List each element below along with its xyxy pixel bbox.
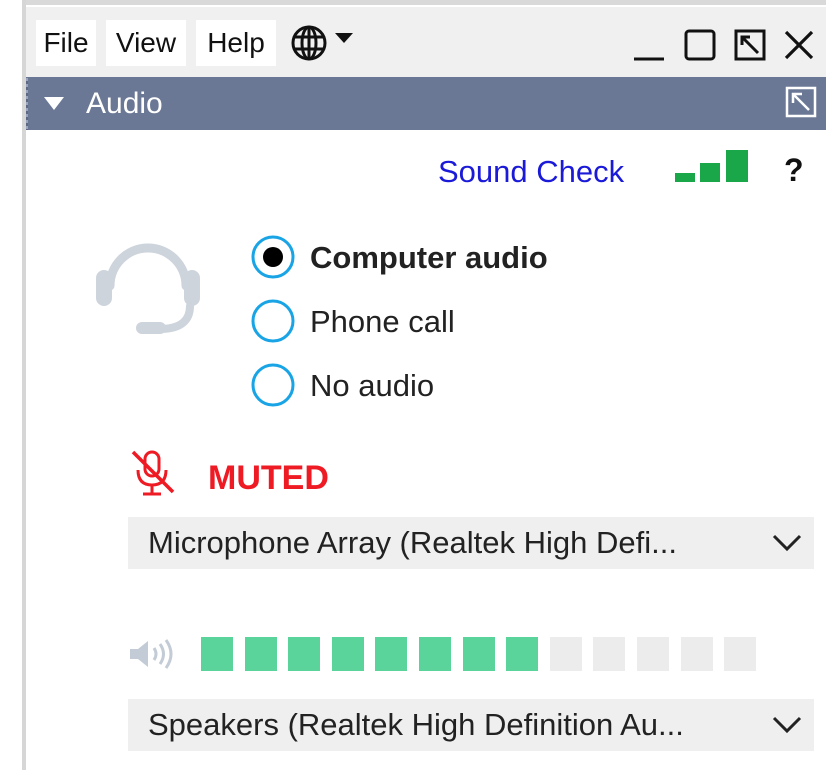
radio-no-audio[interactable] <box>250 362 296 408</box>
meter-segment-off <box>681 637 713 671</box>
option-phone-call-label[interactable]: Phone call <box>310 302 455 342</box>
speaker-icon <box>130 639 173 669</box>
sound-check-link[interactable]: Sound Check <box>438 152 624 192</box>
window-left-border <box>22 0 26 770</box>
meter-segment-on <box>201 637 233 671</box>
signal-strength-icon <box>675 150 748 182</box>
panel-title: Audio <box>86 87 163 120</box>
meter-segment-on <box>332 637 364 671</box>
minimize-icon[interactable] <box>632 28 666 62</box>
menu-help[interactable]: Help <box>196 20 276 66</box>
meter-segment-on <box>419 637 451 671</box>
help-button[interactable]: ? <box>784 150 804 190</box>
radio-phone-call[interactable] <box>250 298 296 344</box>
menu-view[interactable]: View <box>106 20 186 66</box>
chevron-down-icon <box>772 534 802 552</box>
restore-icon[interactable] <box>733 28 767 62</box>
meter-segment-on <box>506 637 538 671</box>
speaker-select[interactable]: Speakers (Realtek High Definition Au... <box>128 699 814 751</box>
close-icon[interactable] <box>782 28 816 62</box>
radio-computer-audio[interactable] <box>250 234 296 280</box>
microphone-select[interactable]: Microphone Array (Realtek High Defi... <box>128 517 814 569</box>
speaker-select-value: Speakers (Realtek High Definition Au... <box>148 707 684 742</box>
undock-icon[interactable] <box>785 86 817 118</box>
chevron-down-icon <box>772 716 802 734</box>
meter-segment-on <box>245 637 277 671</box>
option-no-audio-label[interactable]: No audio <box>310 366 434 406</box>
option-computer-audio-label[interactable]: Computer audio <box>310 238 548 278</box>
meter-segment-on <box>463 637 495 671</box>
meter-segment-off <box>593 637 625 671</box>
menu-file[interactable]: File <box>36 20 96 66</box>
meter-segment-off <box>550 637 582 671</box>
meter-segment-off <box>724 637 756 671</box>
maximize-icon[interactable] <box>683 28 717 62</box>
speaker-level-meter <box>201 637 761 671</box>
globe-icon[interactable] <box>290 24 328 62</box>
headset-icon <box>96 243 200 334</box>
window-top-border <box>22 0 826 5</box>
meter-segment-off <box>637 637 669 671</box>
microphone-select-value: Microphone Array (Realtek High Defi... <box>148 525 677 560</box>
chevron-down-icon[interactable] <box>335 33 353 43</box>
mute-status: MUTED <box>208 459 329 497</box>
meter-segment-on <box>375 637 407 671</box>
meter-segment-on <box>288 637 320 671</box>
audio-window: File View Help Audio Sound Check ? Compu… <box>0 0 826 770</box>
triangle-down-icon[interactable] <box>44 97 64 110</box>
microphone-muted-icon[interactable] <box>128 448 178 498</box>
